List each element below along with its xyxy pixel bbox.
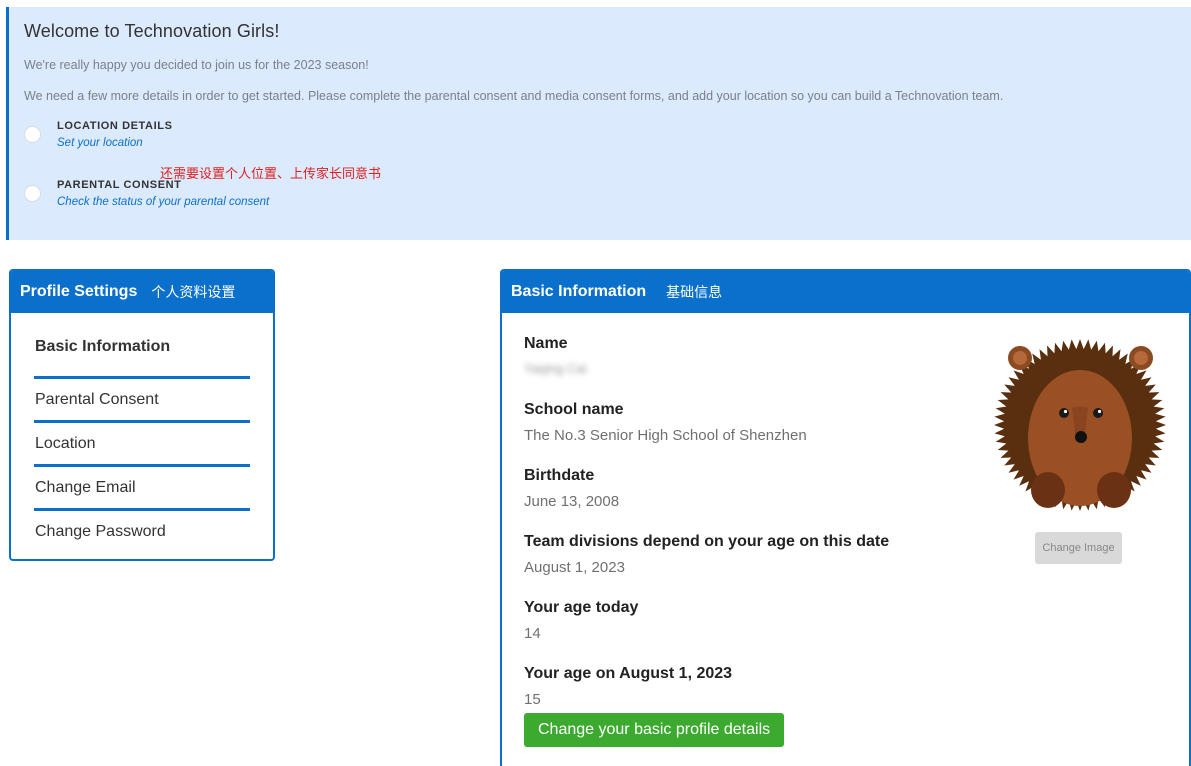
welcome-text-season: We're really happy you decided to join u… [24, 58, 369, 72]
field-division-date-value: August 1, 2023 [524, 559, 625, 576]
step-location-title: LOCATION DETAILS [57, 120, 173, 132]
change-image-button[interactable]: Change Image [1035, 532, 1122, 564]
profile-settings-title-cn: 个人资料设置 [151, 285, 236, 301]
basic-information-title-cn: 基础信息 [666, 285, 723, 301]
menu-item-basic-information[interactable]: Basic Information [34, 335, 250, 379]
annotation-note: 还需要设置个人位置、上传家长同意书 [160, 167, 382, 182]
parental-consent-status-link[interactable]: Check the status of your parental consen… [57, 196, 269, 208]
set-location-link[interactable]: Set your location [57, 137, 143, 149]
location-status-radio [24, 126, 41, 143]
menu-item-change-email[interactable]: Change Email [34, 467, 250, 511]
profile-settings-header: Profile Settings 个人资料设置 [11, 271, 273, 313]
welcome-title: Welcome to Technovation Girls! [24, 21, 280, 41]
field-age-today-value: 14 [524, 625, 541, 642]
field-age-division: Your age on August 1, 2023 15 [524, 665, 1189, 713]
profile-settings-title: Profile Settings [20, 283, 138, 300]
menu-item-change-password[interactable]: Change Password [34, 511, 250, 555]
menu-item-parental-consent[interactable]: Parental Consent [34, 379, 250, 423]
welcome-text-details: We need a few more details in order to g… [24, 89, 1004, 103]
welcome-banner: Welcome to Technovation Girls! We're rea… [6, 7, 1191, 240]
field-age-division-value: 15 [524, 691, 541, 708]
basic-information-header: Basic Information 基础信息 [502, 271, 1189, 313]
field-age-today: Your age today 14 [524, 599, 1189, 665]
menu-item-location[interactable]: Location [34, 423, 250, 467]
field-age-division-label: Your age on August 1, 2023 [524, 665, 733, 682]
field-age-today-label: Your age today [524, 599, 639, 616]
profile-settings-card: Profile Settings 个人资料设置 Basic Informatio… [9, 269, 275, 561]
change-profile-details-button[interactable]: Change your basic profile details [524, 713, 785, 747]
profile-settings-menu: Basic Information Parental Consent Locat… [11, 313, 273, 555]
step-parental-consent: PARENTAL CONSENT Check the status of you… [24, 179, 1191, 236]
basic-information-title: Basic Information [511, 283, 647, 300]
parental-consent-status-radio [24, 185, 41, 202]
hedgehog-avatar [994, 339, 1166, 511]
basic-information-card: Basic Information 基础信息 Name Yaqing Cai S… [500, 269, 1191, 766]
